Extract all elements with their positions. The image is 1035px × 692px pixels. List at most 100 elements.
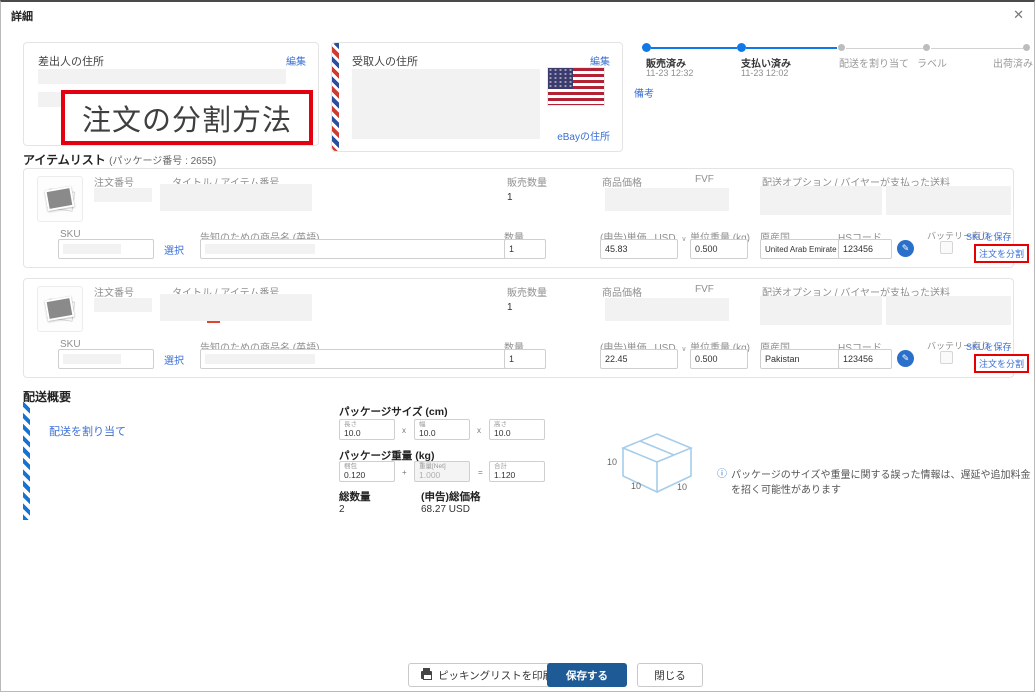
item-price-label: 商品価格 <box>602 284 642 299</box>
hs-code-input[interactable]: 123456 <box>838 239 892 259</box>
shipping-stripe-decoration <box>23 402 30 520</box>
split-order-link[interactable]: 注文を分割 <box>974 354 1029 373</box>
sold-quantity-value: 1 <box>507 302 513 313</box>
split-order-link[interactable]: 注文を分割 <box>974 244 1029 263</box>
sold-quantity-value: 1 <box>507 192 513 203</box>
step-label-shipped: 出荷済み <box>993 55 1033 70</box>
unit-price-input[interactable]: 22.45 <box>600 349 678 369</box>
recipient-address-title: 受取人の住所 <box>352 53 418 69</box>
info-icon: ⓘ <box>717 468 727 498</box>
item-title-placeholder <box>160 294 312 321</box>
plus-separator: + <box>402 468 407 477</box>
battery-checkbox[interactable] <box>940 241 953 254</box>
battery-checkbox[interactable] <box>940 351 953 364</box>
item-thumbnail[interactable] <box>37 286 83 332</box>
us-flag-icon <box>547 67 605 106</box>
edit-pencil-button[interactable]: ✎ <box>897 240 914 257</box>
save-sku-link[interactable]: SKUを保存 <box>966 340 1012 353</box>
recipient-edit-link[interactable]: 編集 <box>590 53 610 68</box>
stepper-line-todo <box>931 48 1023 49</box>
customs-name-input[interactable] <box>200 239 532 259</box>
item-card: 注文番号 タイトル / アイテム番号 販売数量 1 商品価格 FVF 配送オプシ… <box>23 278 1014 378</box>
box-dim-height: 10 <box>607 457 617 467</box>
pencil-icon: ✎ <box>902 243 910 254</box>
box-dim-width: 10 <box>631 481 641 491</box>
packing-weight-input[interactable]: 梱包 0.120 <box>339 461 395 482</box>
unit-weight-input[interactable]: 0.500 <box>690 349 748 369</box>
customs-name-input[interactable] <box>200 349 532 369</box>
sold-quantity-label: 販売数量 <box>507 284 547 299</box>
recipient-address-placeholder <box>352 69 540 139</box>
unit-weight-input[interactable]: 0.500 <box>690 239 748 259</box>
step-label-assign-shipping: 配送を割り当て <box>839 55 909 70</box>
stepper-line-done <box>746 47 837 49</box>
assign-shipping-link[interactable]: 配送を割り当て <box>49 423 126 439</box>
fvf-label: FVF <box>695 284 714 295</box>
package-height-input[interactable]: 高さ 10.0 <box>489 419 545 440</box>
sender-address-title: 差出人の住所 <box>38 53 104 69</box>
note-text: パッケージのサイズや重量に関する誤った情報は、遅延や追加料金を招く可能性がありま… <box>731 468 1035 498</box>
item-price-label: 商品価格 <box>602 174 642 189</box>
sold-quantity-label: 販売数量 <box>507 174 547 189</box>
order-number-label: 注文番号 <box>94 284 134 299</box>
save-button[interactable]: 保存する <box>547 663 627 687</box>
split-order-overlay-text: 注文の分割方法 <box>82 97 292 139</box>
select-link[interactable]: 選択 <box>164 352 184 367</box>
shipping-option-placeholder <box>760 186 882 215</box>
order-number-placeholder <box>94 298 152 312</box>
quantity-input[interactable]: 1 <box>504 349 546 369</box>
shipping-option-placeholder <box>760 296 882 325</box>
printer-icon <box>421 671 432 679</box>
step-label-label: ラベル <box>917 55 947 70</box>
page-title: 詳細 <box>11 8 33 24</box>
item-title-placeholder <box>160 184 312 211</box>
sku-input[interactable] <box>58 349 154 369</box>
hs-code-input[interactable]: 123456 <box>838 349 892 369</box>
package-number: (パッケージ番号 : 2655) <box>109 156 216 167</box>
total-quantity-value: 2 <box>339 504 345 515</box>
recipient-address-card: 受取人の住所 編集 eBayの住所 <box>331 42 623 152</box>
fvf-label: FVF <box>695 174 714 185</box>
origin-country-input[interactable]: United Arab Emirate <box>760 239 840 259</box>
edit-pencil-button[interactable]: ✎ <box>897 350 914 367</box>
select-link[interactable]: 選択 <box>164 242 184 257</box>
save-sku-link[interactable]: SKUを保存 <box>966 230 1012 243</box>
step-date-sold: 11-23 12:32 <box>646 68 693 78</box>
order-detail-modal: 詳細 ✕ 差出人の住所 編集 注文の分割方法 受取人の住所 編集 eBayの住所… <box>0 0 1035 692</box>
shipping-option-placeholder <box>886 296 1011 325</box>
step-dot-label <box>923 44 930 51</box>
quantity-input[interactable]: 1 <box>504 239 546 259</box>
price-fvf-placeholder <box>605 298 729 321</box>
size-weight-warning-note: ⓘ パッケージのサイズや重量に関する誤った情報は、遅延や追加料金を招く可能性があ… <box>717 468 1035 498</box>
origin-country-input[interactable]: Pakistan <box>760 349 840 369</box>
print-picking-list-button[interactable]: ピッキングリストを印刷 <box>408 663 566 687</box>
ebay-address-link[interactable]: eBayの住所 <box>557 128 610 143</box>
chevron-down-icon[interactable]: ∨ <box>681 236 686 243</box>
unit-price-input[interactable]: 45.83 <box>600 239 678 259</box>
package-width-input[interactable]: 幅 10.0 <box>414 419 470 440</box>
close-icon[interactable]: ✕ <box>1013 7 1024 23</box>
order-number-label: 注文番号 <box>94 174 134 189</box>
item-thumbnail[interactable] <box>37 176 83 222</box>
sender-address-placeholder <box>38 69 286 84</box>
order-number-placeholder <box>94 188 152 202</box>
remarks-link[interactable]: 備考 <box>634 85 654 100</box>
stepper-line-todo <box>846 48 923 49</box>
total-price-label: (申告)総価格 <box>421 489 481 504</box>
close-button[interactable]: 閉じる <box>637 663 703 687</box>
step-date-paid: 11-23 12:02 <box>741 68 788 78</box>
net-weight-input: 重量[Net] 1.000 <box>414 461 470 482</box>
total-price-value: 68.27 USD <box>421 504 470 515</box>
total-weight-input[interactable]: 合計 1.120 <box>489 461 545 482</box>
sku-input[interactable] <box>58 239 154 259</box>
split-order-overlay: 注文の分割方法 <box>61 90 313 145</box>
equals-separator: = <box>478 468 483 477</box>
package-size-label: パッケージサイズ (cm) <box>339 404 448 419</box>
item-list-title: アイテムリスト (パッケージ番号 : 2655) <box>23 151 216 168</box>
package-length-input[interactable]: 長さ 10.0 <box>339 419 395 440</box>
stepper-line-done <box>651 47 737 49</box>
chevron-down-icon[interactable]: ∨ <box>681 346 686 353</box>
shipping-option-placeholder <box>886 186 1011 215</box>
step-dot-shipped <box>1023 44 1030 51</box>
sender-edit-link[interactable]: 編集 <box>286 53 306 68</box>
